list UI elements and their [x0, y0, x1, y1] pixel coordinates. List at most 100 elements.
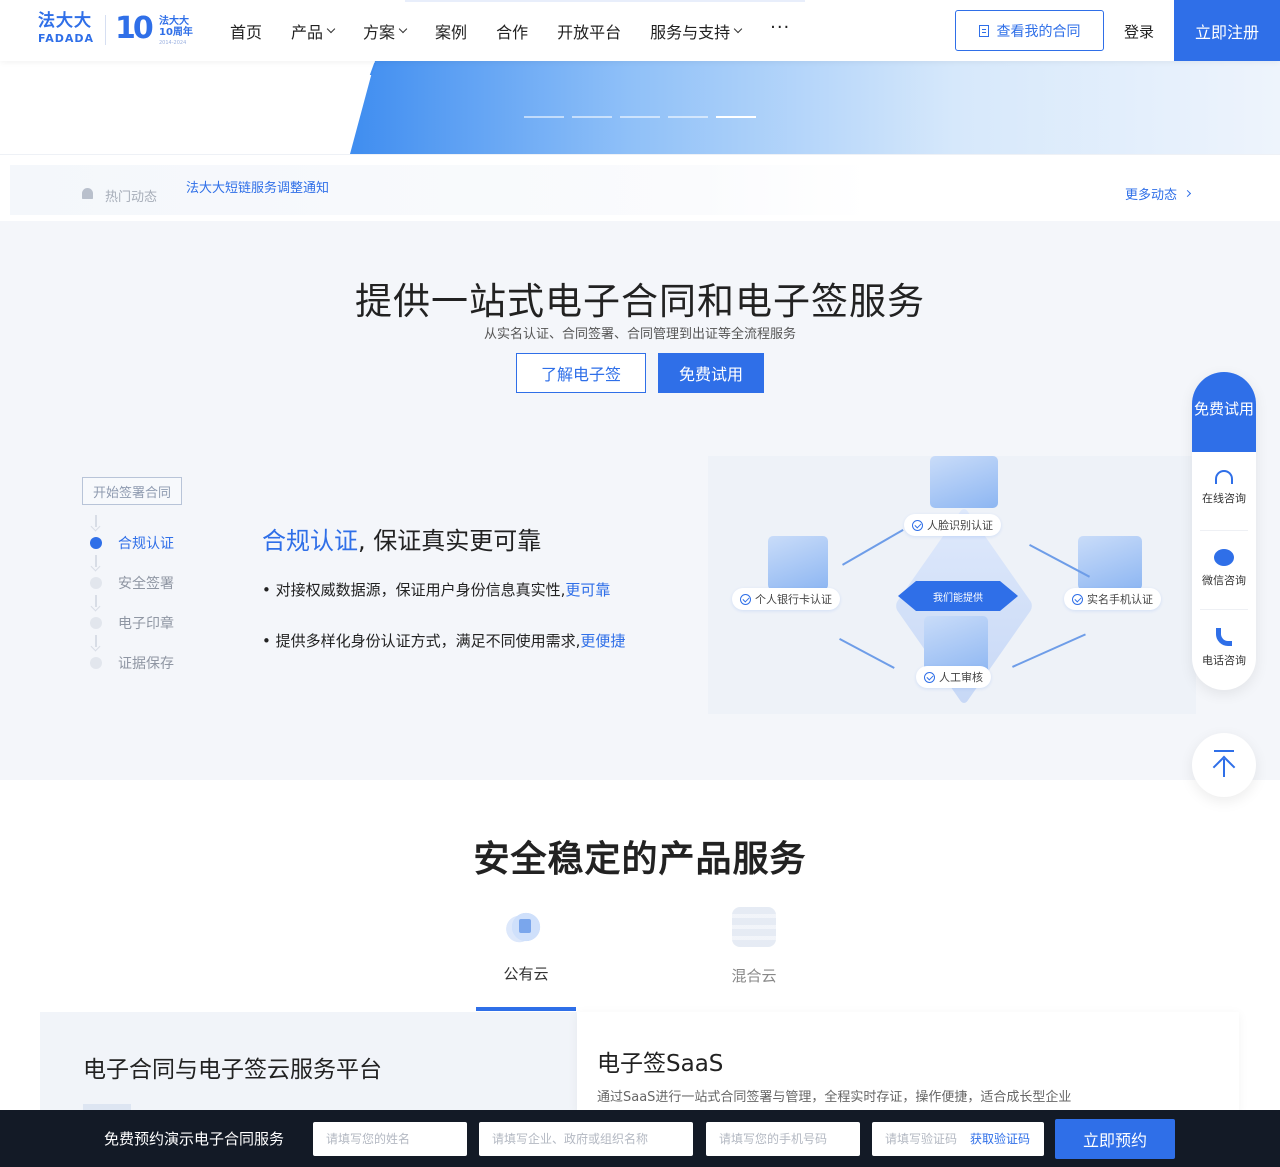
back-to-top-bar [1214, 750, 1234, 752]
more-news-label: 更多动态 [1125, 188, 1178, 203]
menu-item-partners[interactable]: 合作 [496, 19, 528, 43]
register-button[interactable]: 立即注册 [1174, 0, 1280, 61]
step-dot [90, 537, 102, 549]
product-section: 安全稳定的产品服务 公有云 混合云 电子合同与电子签云服务平台 电子签SaaS … [0, 780, 1280, 1112]
tab-label: 公有云 [503, 965, 549, 983]
illustration-center-label: 我们能提供 [898, 581, 1018, 611]
cloud-platform-card[interactable]: 电子合同与电子签云服务平台 [40, 1012, 577, 1112]
anniversary-line2: 10周年 [159, 27, 193, 38]
connector-line [842, 529, 904, 566]
main-menu: 首页 产品 方案 案例 合作 开放平台 服务与支持 ··· [230, 0, 819, 61]
hybrid-cloud-icon [732, 907, 776, 947]
menu-item-cases[interactable]: 案例 [435, 19, 467, 43]
chat-icon [1214, 549, 1234, 566]
card-title: 电子签SaaS [597, 1051, 724, 1077]
headset-icon [1215, 470, 1233, 484]
news-item-link[interactable]: 法大大短链服务调整通知 [186, 177, 329, 196]
step-arrow [95, 555, 97, 567]
phone-input[interactable] [706, 1122, 860, 1156]
news-bar: 热门动态 法大大短链服务调整通知 更多动态 [0, 154, 1280, 221]
step-label: 安全签署 [118, 576, 174, 592]
phone-auth-label: 实名手机认证 [1087, 593, 1153, 606]
feature-title-rest: , 保证真实更可靠 [358, 527, 542, 555]
menu-item-home[interactable]: 首页 [230, 19, 262, 43]
feature-line: • 提供多样化身份认证方式，满足不同使用需求,更便捷 [262, 630, 625, 651]
phone-consult-button[interactable]: 电话咨询 [1200, 610, 1248, 689]
bank-auth-label: 个人银行卡认证 [755, 593, 832, 606]
manual-review-label: 人工审核 [939, 671, 983, 684]
menu-item-label: 开放平台 [557, 22, 622, 42]
card-title: 电子合同与电子签云服务平台 [83, 1057, 382, 1083]
news-label: 热门动态 [105, 190, 158, 205]
more-menu-icon[interactable]: ··· [770, 17, 790, 38]
wechat-consult-label: 微信咨询 [1202, 574, 1246, 587]
learn-esign-button[interactable]: 了解电子签 [516, 353, 646, 393]
arrow-up-stem [1223, 759, 1225, 777]
step-evidence-storage[interactable]: 证据保存 [90, 653, 174, 673]
chevron-right-icon [1183, 189, 1192, 198]
top-navigation: 法大大 FADADA 10 法大大 10周年 2014-2024 首页 产品 方… [0, 0, 1280, 61]
feature-line: • 对接权威数据源，保证用户身份信息真实性,更可靠 [262, 579, 610, 600]
menu-item-products[interactable]: 产品 [291, 19, 336, 43]
saas-card[interactable]: 电子签SaaS 通过SaaS进行一站式合同签署与管理，全程实时存证，操作便捷，适… [577, 1012, 1239, 1112]
wechat-consult-button[interactable]: 微信咨询 [1200, 531, 1248, 610]
carousel-dot[interactable] [524, 116, 564, 118]
feature-title: 合规认证, 保证真实更可靠 [262, 521, 541, 556]
tab-label: 混合云 [731, 967, 777, 985]
get-code-button[interactable]: 获取验证码 [970, 1130, 1030, 1147]
feature-line-text: • 对接权威数据源，保证用户身份信息真实性, [262, 581, 566, 599]
menu-item-label: 服务与支持 [650, 22, 731, 42]
tab-hybrid-cloud[interactable]: 混合云 [704, 907, 804, 986]
check-circle-icon [924, 671, 935, 683]
more-news-link[interactable]: 更多动态 [1125, 184, 1192, 203]
login-link[interactable]: 登录 [1124, 21, 1154, 42]
step-compliance-auth[interactable]: 合规认证 [90, 533, 174, 553]
anniversary-years: 2014-2024 [159, 40, 187, 46]
carousel-dot[interactable] [572, 116, 612, 118]
feature-line-link[interactable]: 更便捷 [580, 632, 625, 650]
step-dot [90, 617, 102, 629]
logo-brand: 法大大 FADADA [38, 11, 100, 45]
tab-public-cloud[interactable]: 公有云 [476, 905, 576, 984]
phone-icon [1216, 628, 1232, 646]
mobile-auth-graphic [1078, 536, 1142, 590]
back-to-top-button[interactable] [1192, 733, 1256, 797]
menu-item-label: 产品 [291, 22, 324, 42]
fadada-logo[interactable]: 法大大 FADADA 10 法大大 10周年 2014-2024 [38, 13, 193, 49]
logo-brand-cn: 法大大 [38, 11, 92, 31]
free-trial-button[interactable]: 免费试用 [658, 353, 764, 393]
chevron-down-icon [733, 24, 743, 34]
bank-auth-pill: 个人银行卡认证 [732, 588, 840, 610]
book-demo-button[interactable]: 立即预约 [1055, 1119, 1175, 1159]
connector-line [1012, 633, 1086, 668]
menu-item-solutions[interactable]: 方案 [363, 19, 408, 43]
carousel-dot[interactable] [668, 116, 708, 118]
phone-auth-pill: 实名手机认证 [1064, 588, 1161, 610]
active-tab-indicator [476, 1007, 576, 1011]
float-free-trial-button[interactable]: 免费试用 [1192, 372, 1256, 452]
carousel-dot[interactable] [620, 116, 660, 118]
step-label: 电子印章 [118, 616, 174, 632]
anniversary-line1: 法大大 [159, 16, 189, 27]
step-arrow [95, 595, 97, 607]
step-electronic-seal[interactable]: 电子印章 [90, 613, 174, 633]
anniversary-ten: 10 [115, 11, 154, 46]
online-consult-button[interactable]: 在线咨询 [1200, 452, 1248, 531]
menu-item-open-platform[interactable]: 开放平台 [557, 19, 621, 43]
float-free-trial-label: 免费试用 [1193, 400, 1254, 418]
company-input[interactable] [479, 1122, 693, 1156]
phone-consult-label: 电话咨询 [1202, 654, 1246, 667]
start-signing-tag: 开始签署合同 [82, 477, 182, 505]
step-dot [90, 657, 102, 669]
name-input[interactable] [313, 1122, 467, 1156]
step-secure-signing[interactable]: 安全签署 [90, 573, 174, 593]
one-stop-section: 提供一站式电子合同和电子签服务 从实名认证、合同签署、合同管理到出证等全流程服务… [0, 221, 1280, 780]
feature-line-link[interactable]: 更可靠 [565, 581, 610, 599]
step-arrow [95, 515, 97, 527]
menu-item-service-support[interactable]: 服务与支持 [650, 19, 743, 43]
card-description: 通过SaaS进行一站式合同签署与管理，全程实时存证，操作便捷，适合成长型企业 [597, 1090, 1072, 1105]
view-my-contract-button[interactable]: 查看我的合同 [955, 10, 1104, 51]
carousel-dot-active[interactable] [716, 116, 756, 118]
floating-contact-panel: 免费试用 在线咨询 微信咨询 电话咨询 [1192, 372, 1256, 690]
bank-card-graphic [768, 536, 828, 590]
